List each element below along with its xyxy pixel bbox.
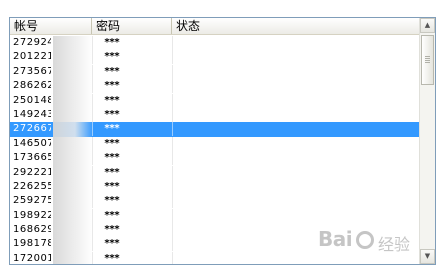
grid-divider — [172, 237, 173, 252]
grid-divider — [172, 79, 173, 94]
password-cell: *** — [104, 94, 120, 106]
grid-divider — [172, 223, 173, 238]
account-cell: 272924 — [13, 37, 51, 48]
account-cell: 292221 — [13, 166, 51, 178]
grid-divider — [172, 251, 173, 264]
grid-divider — [172, 165, 173, 180]
list-header: 帐号 密码 状态 — [10, 18, 420, 35]
watermark-text-cn: 经验 — [378, 235, 411, 254]
password-cell: *** — [104, 180, 120, 192]
watermark-logo: Bai 经验 — [318, 225, 428, 259]
account-cell: 259275 — [13, 195, 51, 207]
account-cell: 168629 — [13, 224, 51, 236]
watermark-text-latin: Bai — [318, 227, 353, 251]
grid-divider — [172, 36, 173, 50]
password-cell: *** — [104, 152, 120, 164]
status-cell — [174, 50, 414, 64]
grid-divider — [172, 64, 173, 79]
account-cell: 146507 — [13, 137, 51, 149]
grid-divider — [172, 136, 173, 151]
account-cell: 272667 — [13, 123, 51, 135]
status-cell — [174, 166, 414, 180]
account-cell: 273567 — [13, 65, 51, 77]
status-cell — [174, 180, 414, 194]
password-cell: *** — [104, 238, 120, 250]
grid-divider — [172, 179, 173, 194]
column-header-account[interactable]: 帐号 — [10, 18, 92, 34]
grip-icon — [425, 56, 430, 63]
password-cell: *** — [104, 166, 120, 178]
account-cell: 198922 — [13, 209, 51, 221]
status-cell — [174, 194, 414, 208]
grid-divider — [172, 194, 173, 209]
password-cell: *** — [104, 108, 120, 120]
password-cell: *** — [104, 224, 120, 236]
paw-icon — [356, 231, 374, 249]
grid-divider — [172, 93, 173, 108]
password-cell: *** — [104, 51, 120, 63]
column-header-status[interactable]: 状态 — [172, 18, 420, 34]
redaction-blur — [53, 36, 93, 264]
grid-divider — [172, 208, 173, 223]
column-header-password[interactable]: 密码 — [92, 18, 172, 34]
password-cell: *** — [104, 80, 120, 92]
password-cell: *** — [104, 123, 120, 135]
scroll-up-button[interactable]: ▲ — [420, 18, 435, 33]
password-cell: *** — [104, 137, 120, 149]
status-cell — [174, 137, 414, 151]
password-cell: *** — [104, 65, 120, 77]
status-cell — [174, 79, 414, 93]
status-cell — [174, 65, 414, 79]
status-cell — [174, 122, 414, 136]
account-cell: 226255 — [13, 180, 51, 192]
password-cell: *** — [104, 209, 120, 221]
password-cell: *** — [104, 37, 120, 48]
grid-divider — [172, 122, 173, 137]
account-cell: 173665 — [13, 152, 51, 164]
account-cell: 250148 — [13, 94, 51, 106]
status-cell — [174, 94, 414, 108]
grid-divider — [172, 151, 173, 166]
grid-divider — [172, 107, 173, 122]
grid-divider — [172, 50, 173, 65]
account-cell: 201221 — [13, 51, 51, 63]
status-cell — [174, 151, 414, 165]
scroll-thumb[interactable] — [421, 35, 434, 85]
account-cell: 198178 — [13, 238, 51, 250]
status-cell — [174, 36, 414, 50]
password-cell: *** — [104, 252, 120, 264]
account-cell: 286262 — [13, 80, 51, 92]
account-cell: 149243 — [13, 108, 51, 120]
status-cell — [174, 108, 414, 122]
account-cell: 172001 — [13, 252, 51, 264]
status-cell — [174, 209, 414, 223]
password-cell: *** — [104, 195, 120, 207]
